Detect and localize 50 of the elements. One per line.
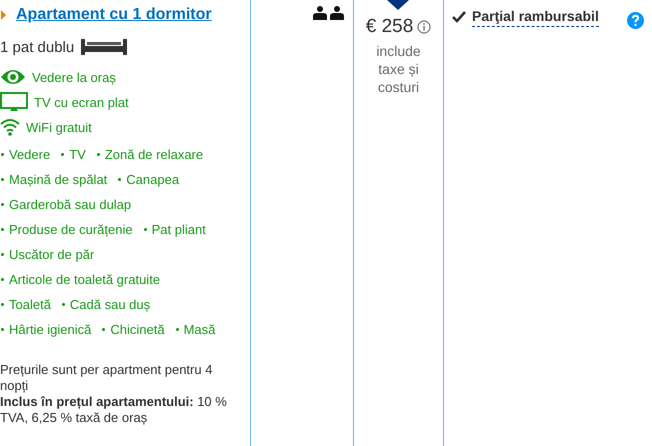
facility-text: Produse de curățenie [9,222,133,237]
bullet-icon [1,328,4,331]
policy-link[interactable]: Parţial rambursabil [472,8,599,27]
facility-text: Canapea [126,172,180,187]
facility-text: Mașină de spălat [9,172,108,187]
bullet-icon [1,178,4,181]
tv-icon [0,92,28,112]
bullet-icon [1,303,4,306]
facility-text: Zonă de relaxare [104,147,204,162]
checkmark-icon [452,11,466,23]
bullet-icon [96,153,100,156]
facility-text: Vedere [9,147,50,162]
info-icon[interactable] [417,20,432,34]
price-amount: € 258 [366,16,414,38]
bed-text: 1 pat dublu [0,38,74,56]
eye-icon [0,68,26,86]
highlight-text: WiFi gratuit [26,120,92,134]
facility-text: Chicinetă [110,322,165,337]
bullet-icon [1,228,4,231]
highlight-text: TV cu ecran plat [34,94,129,110]
bullet-icon [102,328,106,331]
wifi-icon [0,118,20,136]
facility-text: Garderobă sau dulap [9,197,132,212]
facility-text: Toaletă [9,297,51,312]
bullet-icon [144,228,147,231]
bullet-icon [1,203,4,206]
caret-icon [1,10,6,20]
price-note: Prețurile sunt per apartment pentru 4 nopți [0,362,214,394]
facility-text: Masă [184,322,216,337]
facility-text: TV [69,147,86,162]
facility-text: Hârtie igienică [9,322,92,337]
help-icon[interactable] [627,12,644,29]
facility-text: Uscător de păr [9,247,94,262]
highlight-text: Vedere la oraș [32,70,116,84]
price-note-text: include taxe și costuri [375,42,422,96]
facility-text: Pat pliant [152,222,206,237]
facility-text: Articole de toaletă gratuite [9,272,160,287]
bullet-icon [61,153,64,156]
facility-text: Cadă sau duș [70,297,150,312]
room-title-link[interactable]: Apartament cu 1 dormitor [12,6,212,24]
bullet-icon [1,253,4,256]
bullet-icon [1,278,4,281]
bed-icon [80,38,128,56]
bullet-icon [118,178,122,181]
selected-marker-icon [387,0,409,10]
two-persons-icon [313,6,345,20]
bullet-icon [1,153,4,156]
bullet-icon [176,328,179,331]
bullet-icon [62,303,65,306]
included-taxes-text: Inclus în prețul apartamentului: 10 % TVA, 6,25 % taxă de oraș [0,394,228,426]
